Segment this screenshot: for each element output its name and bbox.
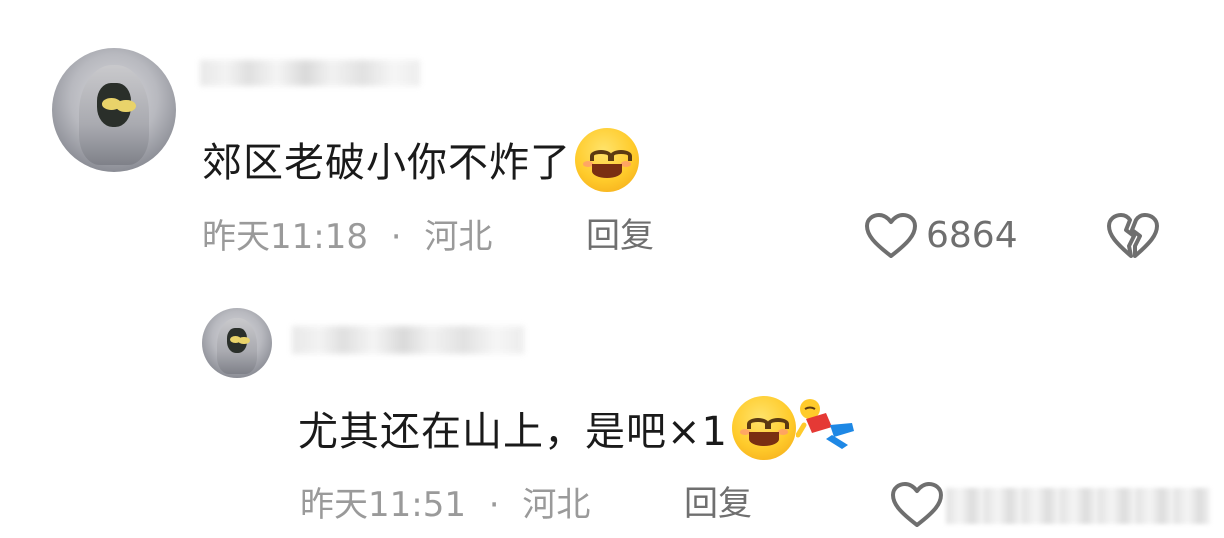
smiling-face-icon	[731, 396, 796, 460]
reply-comment-meta: 昨天11:51 · 河北	[300, 488, 590, 522]
comment-text-body: 郊区老破小你不炸了	[202, 140, 571, 186]
reply-user-avatar[interactable]	[202, 308, 272, 378]
heart-icon	[865, 213, 917, 258]
reply-comment-text: 尤其还在山上，是吧×1	[298, 396, 860, 460]
reply-comment-time: 昨天11:51	[300, 485, 466, 525]
comment-meta: 昨天11:18 · 河北	[202, 220, 492, 254]
reply-username-blurred[interactable]	[292, 326, 524, 354]
watermark-redaction	[946, 488, 1210, 524]
fallen-person-icon	[795, 395, 860, 451]
comment-time: 昨天11:18	[202, 217, 368, 257]
user-avatar[interactable]	[52, 48, 176, 172]
meta-separator: ·	[390, 217, 402, 257]
broken-heart-icon	[1107, 213, 1159, 258]
reply-like-button[interactable]	[890, 480, 944, 530]
dislike-button[interactable]	[1106, 212, 1160, 260]
reply-button[interactable]: 回复	[586, 219, 654, 253]
meta-separator: ·	[488, 485, 500, 525]
reply-reply-button[interactable]: 回复	[684, 487, 752, 521]
reply-comment-body: 尤其还在山上，是吧×1	[298, 409, 728, 455]
like-button[interactable]: 6864	[864, 212, 1018, 260]
heart-icon	[891, 482, 943, 527]
comment-text: 郊区老破小你不炸了	[202, 128, 639, 192]
username-blurred[interactable]	[200, 60, 420, 86]
smiling-face-icon	[575, 128, 639, 192]
like-count: 6864	[926, 215, 1018, 256]
comment-location: 河北	[424, 217, 493, 257]
reply-comment-location: 河北	[522, 485, 591, 525]
